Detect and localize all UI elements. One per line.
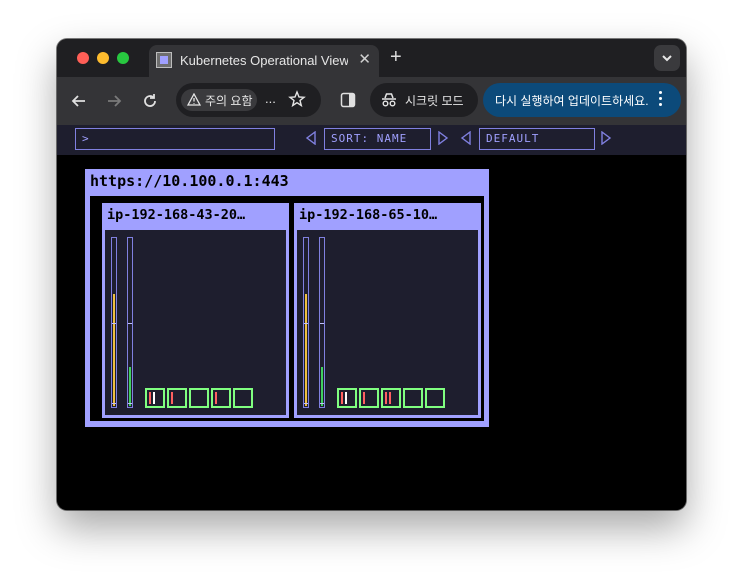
new-tab-button[interactable]: + xyxy=(390,46,402,69)
node-body xyxy=(105,230,286,415)
pod-box[interactable] xyxy=(403,388,423,408)
node-name: ip-192-168-65-10… xyxy=(299,207,438,223)
minimize-window-button[interactable] xyxy=(97,52,109,64)
pod-box[interactable] xyxy=(337,388,357,408)
memory-usage-fill xyxy=(321,367,323,406)
tab-strip: Kubernetes Operational View ✕ + xyxy=(57,39,686,77)
more-menu-icon[interactable] xyxy=(659,91,663,109)
chevron-down-icon xyxy=(662,55,672,62)
cluster-box[interactable]: https://10.100.0.1:443 ip-192-168-43-20…… xyxy=(85,169,489,427)
pod-status-mark xyxy=(389,392,391,404)
pod-status-mark xyxy=(215,392,217,404)
pod-box[interactable] xyxy=(233,388,253,408)
memory-usage-bar xyxy=(127,237,133,408)
browser-toolbar: 주의 요함 ... 시크릿 모드 다시 실행하여 업데이트하세요. xyxy=(57,77,686,125)
cluster-url: https://10.100.0.1:443 xyxy=(90,172,289,190)
back-arrow-icon[interactable] xyxy=(68,90,90,112)
close-window-button[interactable] xyxy=(77,52,89,64)
kube-ops-view: > SORT: NAME DEFAULT https://10.100.0.1:… xyxy=(57,125,686,510)
sort-select[interactable]: SORT: NAME xyxy=(324,128,431,150)
cpu-usage-fill xyxy=(305,294,307,406)
url-text: ... xyxy=(265,91,276,106)
pod-box[interactable] xyxy=(359,388,379,408)
sort-prev-icon[interactable] xyxy=(305,131,317,145)
side-panel-icon[interactable] xyxy=(340,92,356,108)
update-label: 다시 실행하여 업데이트하세요. xyxy=(495,94,649,108)
memory-capacity-mark xyxy=(128,323,132,324)
node-box[interactable]: ip-192-168-43-20… xyxy=(102,203,289,418)
maximize-window-button[interactable] xyxy=(117,52,129,64)
memory-baseline-mark xyxy=(320,403,324,404)
memory-usage-bar xyxy=(319,237,325,408)
pod-box[interactable] xyxy=(167,388,187,408)
node-box[interactable]: ip-192-168-65-10… xyxy=(294,203,481,418)
pod-box[interactable] xyxy=(145,388,165,408)
cpu-baseline-mark xyxy=(112,403,116,404)
pod-status-mark xyxy=(345,392,347,404)
security-chip[interactable]: 주의 요함 xyxy=(181,89,257,111)
theme-prev-icon[interactable] xyxy=(460,131,472,145)
cpu-capacity-mark xyxy=(304,323,308,324)
pod-box[interactable] xyxy=(211,388,231,408)
cpu-usage-fill xyxy=(113,294,115,406)
bookmark-star-icon[interactable] xyxy=(288,90,306,108)
sort-next-icon[interactable] xyxy=(437,131,449,145)
cpu-baseline-mark xyxy=(304,403,308,404)
pod-status-mark xyxy=(385,392,387,404)
pod-box[interactable] xyxy=(189,388,209,408)
reload-icon[interactable] xyxy=(139,90,161,112)
memory-baseline-mark xyxy=(128,403,132,404)
theme-select[interactable]: DEFAULT xyxy=(479,128,595,150)
pod-status-mark xyxy=(341,392,343,404)
cpu-usage-bar xyxy=(111,237,117,408)
memory-capacity-mark xyxy=(320,323,324,324)
pod-status-mark xyxy=(153,392,155,404)
cpu-usage-bar xyxy=(303,237,309,408)
pod-status-mark xyxy=(149,392,151,404)
theme-next-icon[interactable] xyxy=(600,131,612,145)
security-label: 주의 요함 xyxy=(205,94,253,108)
favicon-icon xyxy=(156,52,172,68)
browser-tab[interactable]: Kubernetes Operational View ✕ xyxy=(149,45,379,77)
node-body xyxy=(297,230,478,415)
tab-title: Kubernetes Operational View xyxy=(180,53,348,68)
pod-box[interactable] xyxy=(381,388,401,408)
incognito-button[interactable]: 시크릿 모드 xyxy=(370,83,478,117)
update-button[interactable]: 다시 실행하여 업데이트하세요. xyxy=(483,83,681,117)
pod-status-mark xyxy=(171,392,173,404)
cluster-nodes: ip-192-168-43-20… ip-192-168-65-10… xyxy=(90,196,484,421)
pod-status-mark xyxy=(363,392,365,404)
memory-usage-fill xyxy=(129,367,131,406)
node-name: ip-192-168-43-20… xyxy=(107,207,246,223)
forward-arrow-icon[interactable] xyxy=(103,90,125,112)
control-bar: > SORT: NAME DEFAULT xyxy=(57,125,686,155)
pod-box[interactable] xyxy=(425,388,445,408)
filter-input[interactable]: > xyxy=(75,128,275,150)
incognito-label: 시크릿 모드 xyxy=(405,94,464,108)
tab-search-button[interactable] xyxy=(654,45,680,71)
incognito-icon xyxy=(382,93,396,107)
warning-icon xyxy=(187,93,201,106)
tab-close-icon[interactable]: ✕ xyxy=(358,50,371,68)
address-bar[interactable]: 주의 요함 ... xyxy=(176,83,321,117)
cpu-capacity-mark xyxy=(112,323,116,324)
browser-window: Kubernetes Operational View ✕ + 주의 요함 ..… xyxy=(57,39,686,510)
